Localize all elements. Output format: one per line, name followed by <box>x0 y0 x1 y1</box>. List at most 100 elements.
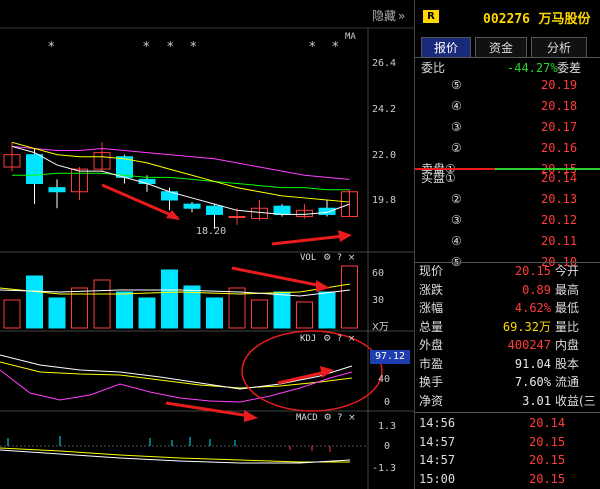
stats-bottom-divider <box>415 412 600 413</box>
stat-label-secondary: 今开 <box>555 264 580 278</box>
tab-funds[interactable]: 资金 <box>475 37 527 58</box>
ask-level: ④ <box>451 99 462 113</box>
tick-price: 20.15 <box>529 471 566 486</box>
price-axis-tick: 22.0 <box>372 150 397 161</box>
moving-averages-group <box>11 141 350 215</box>
candle-body <box>26 154 43 185</box>
annotation-arrow-up <box>271 234 345 246</box>
hide-label: 隐藏 <box>372 9 397 23</box>
tab-analysis[interactable]: 分析 <box>531 37 587 58</box>
vol-settings-gear-icon[interactable]: ⚙ <box>323 253 331 263</box>
stock-code: 002276 <box>483 12 530 27</box>
volume-bar <box>138 297 156 329</box>
stat-label: 涨幅 <box>419 301 444 315</box>
hide-panel-button[interactable]: 隐藏» <box>372 7 405 24</box>
vol-indicator-header: VOL ⚙ ? × <box>300 253 355 263</box>
candle-body <box>273 205 291 215</box>
macd-group <box>0 436 368 464</box>
stat-label-secondary: 量比 <box>555 319 580 334</box>
volume-bar <box>161 269 178 329</box>
macd-help-icon[interactable]: ? <box>338 413 343 423</box>
buy-label: 买盘 <box>421 171 446 185</box>
volume-bar <box>296 301 313 329</box>
annotation-arrow-head <box>244 410 258 422</box>
kdj-indicator-header: KDJ ⚙ ? × <box>300 334 355 344</box>
stat-row: 现价 20.15 今开 <box>415 262 600 281</box>
vol-axis-tick: 30 <box>372 295 385 306</box>
vol-help-icon[interactable]: ? <box>337 253 342 263</box>
bid-level: ④ <box>451 234 462 248</box>
bid-price: 20.14 <box>541 171 578 185</box>
tick-price: 20.15 <box>529 453 566 467</box>
vol-title: VOL <box>300 253 317 263</box>
marker-star: * <box>332 40 339 55</box>
bid-price: 20.13 <box>541 192 578 206</box>
kdj-help-icon[interactable]: ? <box>337 334 342 344</box>
volume-bar <box>48 297 66 329</box>
bid-level: ① <box>445 171 456 185</box>
stock-badge: R <box>423 10 439 23</box>
low-price-label: 18.20 <box>196 226 227 237</box>
ask-row-5[interactable]: ⑤ 20.19 <box>415 75 600 96</box>
stat-row: 涨跌 0.89 最高 <box>415 281 600 300</box>
bid-row-3[interactable]: ③ 20.12 <box>415 210 600 231</box>
macd-axis-tick: 0 <box>384 441 391 452</box>
ask-level: ② <box>451 141 462 155</box>
price-axis-tick: 26.4 <box>372 58 397 69</box>
bid-price: 20.11 <box>541 234 578 248</box>
marker-star: * <box>309 40 316 55</box>
tab-quote[interactable]: 报价 <box>421 37 471 58</box>
tick-row: 14:57 20.15 <box>415 433 600 452</box>
volume-bar <box>3 299 21 329</box>
tick-row: 15:00 20.15 <box>415 470 600 489</box>
ask-level: ⑤ <box>451 78 462 92</box>
kdj-settings-gear-icon[interactable]: ⚙ <box>323 334 331 344</box>
kdj-close-icon[interactable]: × <box>348 334 356 344</box>
candle-body <box>318 207 336 215</box>
ask-price: 20.16 <box>541 141 578 155</box>
macd-dif-line <box>0 449 351 464</box>
stat-row: 总量 69.32万 量比 <box>415 318 600 337</box>
stat-row: 外盘 400247 内盘 <box>415 336 600 355</box>
vol-close-icon[interactable]: × <box>348 253 356 263</box>
annotation-arrow-down <box>101 183 179 220</box>
volume-bars-group <box>0 265 358 329</box>
annotation-arrow-head <box>338 230 352 242</box>
ask-price: 20.19 <box>541 78 578 92</box>
macd-close-icon[interactable]: × <box>348 413 356 423</box>
stat-value: 20.15 <box>514 264 551 278</box>
ask-row-4[interactable]: ④ 20.18 <box>415 96 600 117</box>
marker-star: * <box>143 40 150 55</box>
bid-row-4[interactable]: ④ 20.11 <box>415 231 600 252</box>
stat-label: 市盈 <box>419 356 444 371</box>
stat-label: 总量 <box>419 319 444 334</box>
ask-price: 20.17 <box>541 120 578 134</box>
vol-axis-tick: 60 <box>372 268 385 279</box>
candle-body <box>138 178 156 185</box>
tick-time: 14:57 <box>419 453 456 467</box>
ask-row-3[interactable]: ③ 20.17 <box>415 117 600 138</box>
stat-label-secondary: 最低 <box>555 301 580 315</box>
volume-bar <box>116 291 133 329</box>
stat-value: 4.62% <box>514 301 551 315</box>
stat-label: 净资 <box>419 393 444 408</box>
ask-price: 20.18 <box>541 99 578 113</box>
volume-bar <box>26 275 43 329</box>
candle-body <box>48 187 66 193</box>
kdj-k-line <box>0 361 353 389</box>
stat-label-secondary: 内盘 <box>555 338 580 352</box>
stat-row: 市盈 91.04 股本 <box>415 355 600 374</box>
kline-chart-area[interactable]: 隐藏» MA * * * * * * 26.4 24.2 22.0 19.8 1… <box>0 0 414 489</box>
macd-settings-gear-icon[interactable]: ⚙ <box>324 413 332 423</box>
annotation-arrow-vol <box>231 266 323 288</box>
ask-row-2[interactable]: ② 20.16 <box>415 138 600 159</box>
tick-time: 15:00 <box>419 471 456 486</box>
bid-row-1[interactable]: 买盘 ① 20.14 <box>415 168 600 189</box>
macd-title: MACD <box>296 413 318 423</box>
macd-dea-line <box>0 447 350 463</box>
stat-value: 400247 <box>507 338 551 352</box>
stat-label-secondary: 股本 <box>555 356 580 371</box>
bid-row-2[interactable]: ② 20.13 <box>415 189 600 210</box>
ma20-line <box>11 145 350 180</box>
stat-row: 涨幅 4.62% 最低 <box>415 299 600 318</box>
